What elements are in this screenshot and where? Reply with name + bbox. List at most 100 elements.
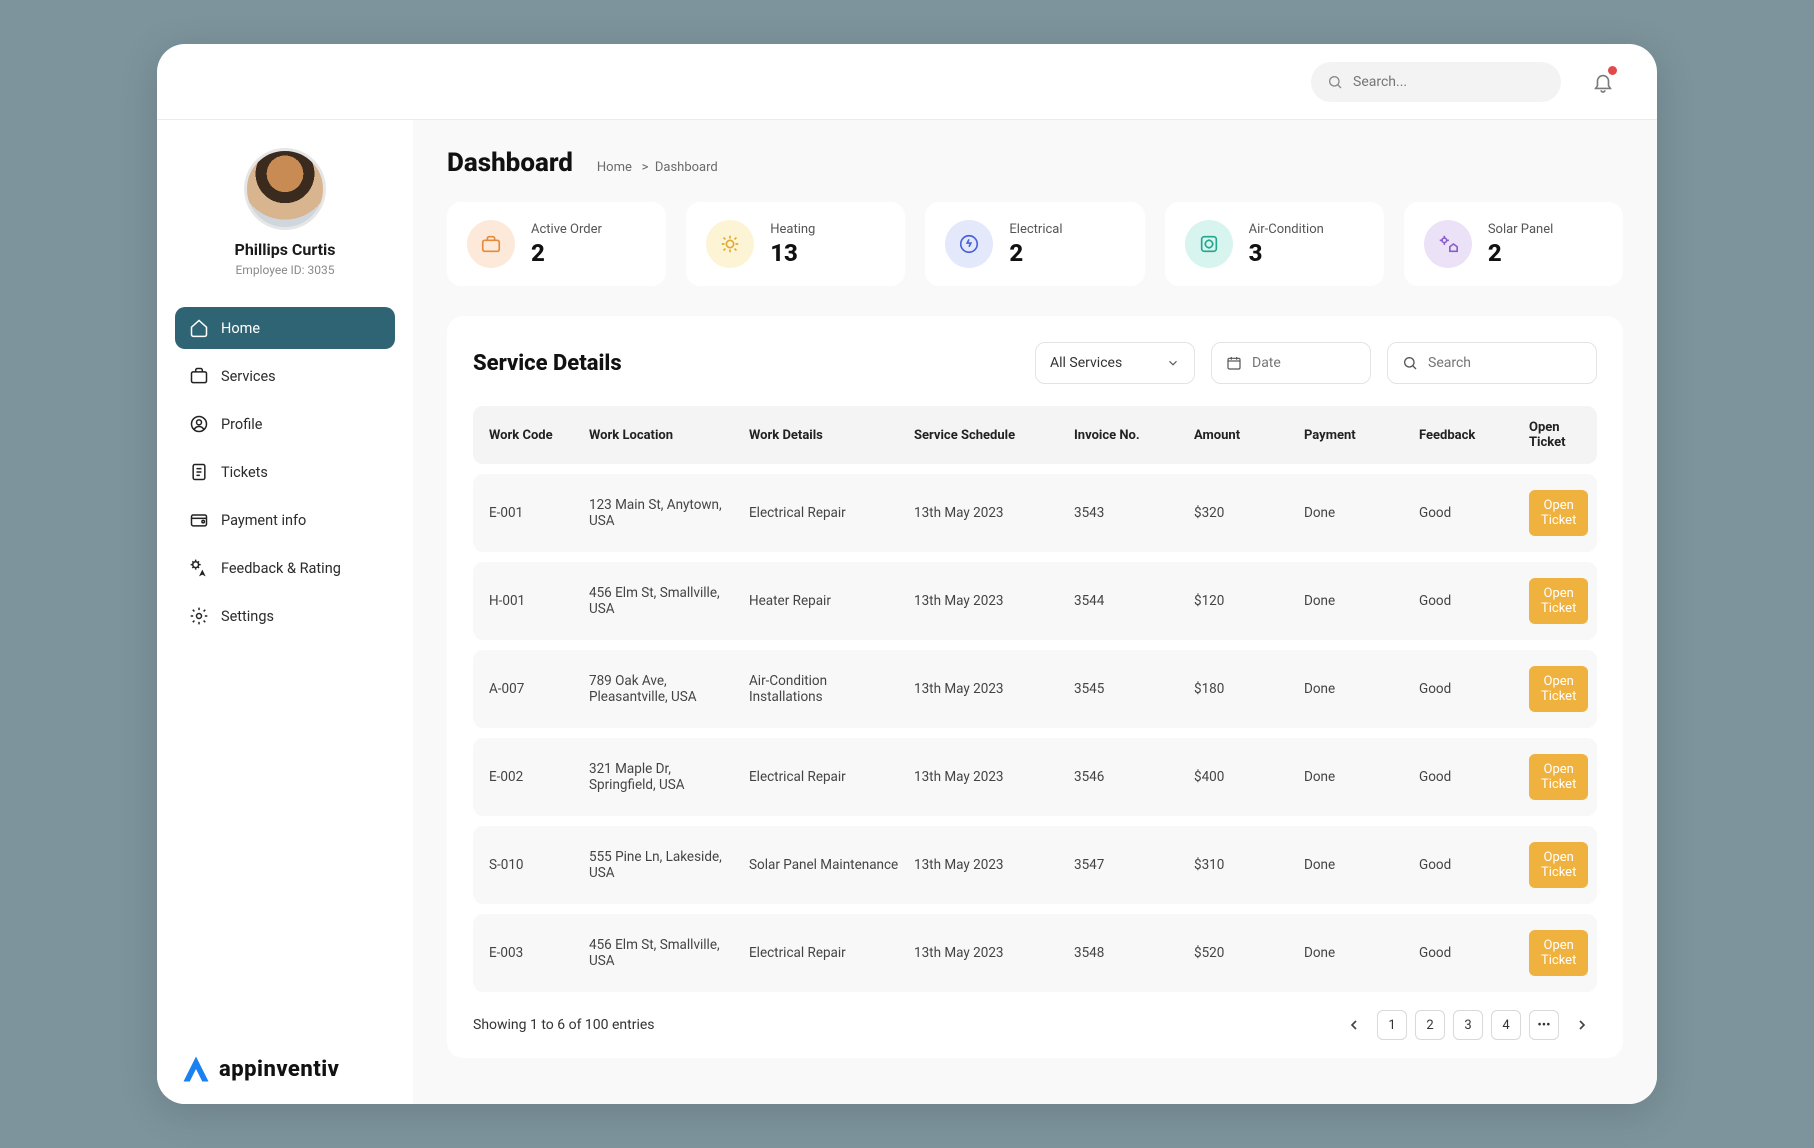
stat-card[interactable]: Solar Panel2: [1404, 202, 1623, 286]
entries-summary: Showing 1 to 6 of 100 entries: [473, 1017, 655, 1033]
bolt-icon: [945, 220, 993, 268]
cell-amount: $310: [1194, 857, 1294, 873]
cell-amount: $320: [1194, 505, 1294, 521]
date-picker[interactable]: [1211, 342, 1371, 384]
search-icon: [1327, 74, 1343, 90]
panel-title: Service Details: [473, 351, 622, 376]
main-content: Dashboard Home > Dashboard Active Order 2…: [413, 120, 1657, 1104]
cell-feedback: Good: [1419, 769, 1519, 785]
sidebar-item-home[interactable]: Home: [175, 307, 395, 349]
date-input[interactable]: [1252, 355, 1356, 371]
star-gear-icon: [189, 558, 209, 578]
cell-work-code: E-001: [489, 505, 579, 521]
breadcrumb-current: Dashboard: [655, 160, 718, 175]
user-name: Phillips Curtis: [175, 240, 395, 259]
stat-card[interactable]: Heating13: [686, 202, 905, 286]
cell-work-details: Air-Condition Installations: [749, 673, 904, 705]
open-ticket-button[interactable]: Open Ticket: [1529, 754, 1588, 800]
table-row: E-003456 Elm St, Smallville, USAElectric…: [473, 914, 1597, 992]
cell-work-code: S-010: [489, 857, 579, 873]
col-open-ticket: Open Ticket: [1529, 420, 1581, 450]
stat-label: Air-Condition: [1249, 222, 1324, 237]
panel-header: Service Details All Services: [473, 342, 1597, 384]
cell-amount: $520: [1194, 945, 1294, 961]
page-next[interactable]: [1567, 1010, 1597, 1040]
cell-work-code: E-002: [489, 769, 579, 785]
table-body: E-001123 Main St, Anytown, USAElectrical…: [473, 474, 1597, 992]
page-number[interactable]: 3: [1453, 1010, 1483, 1040]
logo-mark-icon: [181, 1054, 211, 1084]
avatar[interactable]: [244, 148, 326, 230]
sidebar: Phillips Curtis Employee ID: 3035 Home S…: [157, 120, 413, 1104]
stat-card[interactable]: Air-Condition 3: [1165, 202, 1384, 286]
col-work-location: Work Location: [589, 428, 739, 443]
page-prev[interactable]: [1339, 1010, 1369, 1040]
global-search[interactable]: [1311, 62, 1561, 102]
page-number[interactable]: 4: [1491, 1010, 1521, 1040]
sidebar-item-payment[interactable]: Payment info: [175, 499, 395, 541]
table-search-input[interactable]: [1428, 355, 1582, 371]
stat-value: 3: [1249, 239, 1324, 267]
chevron-down-icon: [1166, 356, 1180, 370]
cell-feedback: Good: [1419, 681, 1519, 697]
cell-service-schedule: 13th May 2023: [914, 505, 1064, 521]
cell-work-location: 789 Oak Ave, Pleasantville, USA: [589, 673, 739, 705]
user-icon: [189, 414, 209, 434]
sidebar-item-label: Payment info: [221, 512, 306, 529]
stat-label: Heating: [770, 222, 815, 237]
stat-card[interactable]: Electrical2: [925, 202, 1144, 286]
stat-label: Electrical: [1009, 222, 1062, 237]
briefcase-icon: [467, 220, 515, 268]
stat-label: Active Order: [531, 222, 602, 237]
brand-logo: appinventiv: [175, 1044, 395, 1084]
search-icon: [1402, 355, 1418, 371]
sidebar-item-feedback[interactable]: Feedback & Rating: [175, 547, 395, 589]
cell-payment: Done: [1304, 857, 1409, 873]
table-search[interactable]: [1387, 342, 1597, 384]
cell-invoice-no: 3544: [1074, 593, 1184, 609]
panel-footer: Showing 1 to 6 of 100 entries 1234 •••: [473, 1010, 1597, 1040]
cell-work-location: 321 Maple Dr, Springfield, USA: [589, 761, 739, 793]
page-header: Dashboard Home > Dashboard: [447, 148, 1623, 178]
cell-work-details: Electrical Repair: [749, 505, 904, 521]
page-number[interactable]: 1: [1377, 1010, 1407, 1040]
sidebar-item-profile[interactable]: Profile: [175, 403, 395, 445]
cell-feedback: Good: [1419, 945, 1519, 961]
global-search-input[interactable]: [1353, 74, 1545, 90]
page-more[interactable]: •••: [1529, 1010, 1559, 1040]
table-row: H-001456 Elm St, Smallville, USAHeater R…: [473, 562, 1597, 640]
sidebar-item-label: Feedback & Rating: [221, 560, 341, 577]
open-ticket-button[interactable]: Open Ticket: [1529, 578, 1588, 624]
cell-amount: $400: [1194, 769, 1294, 785]
home-icon: [189, 318, 209, 338]
filter-value: All Services: [1050, 355, 1122, 371]
table-row: S-010555 Pine Ln, Lakeside, USASolar Pan…: [473, 826, 1597, 904]
open-ticket-button[interactable]: Open Ticket: [1529, 930, 1588, 976]
sidebar-item-services[interactable]: Services: [175, 355, 395, 397]
cell-work-details: Electrical Repair: [749, 769, 904, 785]
table-header: Work Code Work Location Work Details Ser…: [473, 406, 1597, 464]
sidebar-item-tickets[interactable]: Tickets: [175, 451, 395, 493]
sidebar-item-label: Tickets: [221, 464, 268, 481]
fan-icon: [1185, 220, 1233, 268]
cell-work-details: Solar Panel Maintenance: [749, 857, 904, 873]
stat-card[interactable]: Active Order 2: [447, 202, 666, 286]
stat-value: 2: [1488, 239, 1553, 267]
page-number[interactable]: 2: [1415, 1010, 1445, 1040]
service-filter-select[interactable]: All Services: [1035, 342, 1195, 384]
notifications-button[interactable]: [1589, 68, 1617, 96]
cell-work-details: Heater Repair: [749, 593, 904, 609]
app-window: Phillips Curtis Employee ID: 3035 Home S…: [157, 44, 1657, 1104]
cell-payment: Done: [1304, 505, 1409, 521]
open-ticket-button[interactable]: Open Ticket: [1529, 842, 1588, 888]
breadcrumb-home[interactable]: Home: [597, 160, 632, 175]
table-row: A-007789 Oak Ave, Pleasantville, USAAir-…: [473, 650, 1597, 728]
open-ticket-button[interactable]: Open Ticket: [1529, 490, 1588, 536]
open-ticket-button[interactable]: Open Ticket: [1529, 666, 1588, 712]
cell-work-code: H-001: [489, 593, 579, 609]
service-details-panel: Service Details All Services: [447, 316, 1623, 1058]
stat-value: 2: [531, 239, 602, 267]
sidebar-item-settings[interactable]: Settings: [175, 595, 395, 637]
cell-invoice-no: 3545: [1074, 681, 1184, 697]
cell-feedback: Good: [1419, 857, 1519, 873]
